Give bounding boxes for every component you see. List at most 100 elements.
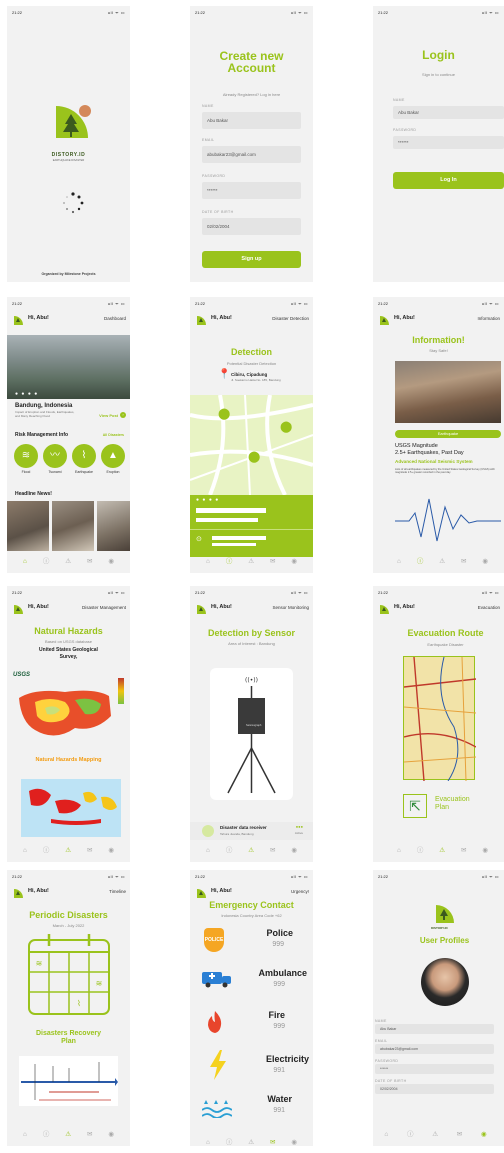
warning-icon[interactable]: ⚠ bbox=[432, 1130, 438, 1140]
name-field[interactable]: Abu Bakar bbox=[375, 1024, 494, 1034]
contact-fire[interactable]: Fire 999 bbox=[190, 1006, 313, 1040]
warning-icon[interactable]: ⚠ bbox=[65, 557, 71, 567]
home-icon[interactable]: ⌂ bbox=[384, 1130, 388, 1140]
earthquake-tag[interactable]: Earthquake bbox=[395, 430, 501, 438]
risk-eruption[interactable]: ▲ Eruption bbox=[100, 444, 126, 478]
mail-icon[interactable]: ✉ bbox=[87, 846, 92, 856]
name-field[interactable]: Abu Bakar bbox=[393, 106, 504, 119]
risk-all-link[interactable]: All Disasters bbox=[103, 433, 124, 437]
hero-dots: ● ● ● ● bbox=[15, 391, 39, 397]
receiver-row[interactable]: Disaster data receiver Tahura Juanda, Ba… bbox=[190, 822, 313, 840]
profile-icon[interactable]: ◉ bbox=[108, 1130, 114, 1140]
profile-icon[interactable]: ◉ bbox=[291, 557, 297, 567]
dob-field[interactable]: 02/02/2004 bbox=[202, 218, 301, 235]
info-icon[interactable]: ⓘ bbox=[417, 846, 424, 856]
recovery-timeline bbox=[19, 1056, 118, 1106]
map-pin-icon[interactable]: ⬤ bbox=[218, 407, 230, 420]
news-image[interactable] bbox=[51, 501, 94, 551]
signup-login-link[interactable]: Already Registered? Log in here bbox=[190, 92, 313, 97]
warning-icon[interactable]: ⚠ bbox=[65, 1130, 71, 1140]
home-icon[interactable]: ⌂ bbox=[206, 557, 210, 567]
mail-icon[interactable]: ✉ bbox=[461, 557, 466, 567]
risk-flood[interactable]: ≋ Flood bbox=[13, 444, 39, 478]
evacuation-exit-icon: ⇱ bbox=[403, 794, 427, 818]
home-icon[interactable]: ⌂ bbox=[23, 1130, 27, 1140]
signup-button[interactable]: Sign up bbox=[202, 251, 301, 268]
risk-label: Flood bbox=[21, 470, 31, 474]
location-desc: Impact of Eruption and Floods, Earthquak… bbox=[15, 410, 75, 418]
login-button[interactable]: Log In bbox=[393, 172, 504, 189]
map-pin-icon[interactable]: ⬤ bbox=[280, 420, 292, 433]
news-image[interactable] bbox=[7, 501, 49, 551]
info-icon[interactable]: ⓘ bbox=[226, 1138, 233, 1146]
warning-icon[interactable]: ⚠ bbox=[65, 846, 71, 856]
evacuation-plan-label[interactable]: Evacuation Plan bbox=[435, 796, 475, 812]
dob-field[interactable]: 02/02/2004 bbox=[375, 1084, 494, 1094]
password-field[interactable]: ****** bbox=[375, 1064, 494, 1074]
detection-map[interactable]: ⬤ ⬤ ⬤ bbox=[190, 395, 313, 495]
profile-icon[interactable]: ◉ bbox=[481, 1130, 487, 1140]
risk-earthquake[interactable]: ⌇ Earthquake bbox=[71, 444, 97, 478]
home-icon[interactable]: ⌂ bbox=[397, 557, 401, 567]
home-icon[interactable]: ⌂ bbox=[206, 1138, 210, 1146]
mail-icon[interactable]: ✉ bbox=[461, 846, 466, 856]
warning-icon[interactable]: ⚠ bbox=[248, 557, 254, 567]
mail-icon[interactable]: ✉ bbox=[87, 557, 92, 567]
profile-icon[interactable]: ◉ bbox=[291, 846, 297, 856]
warning-icon[interactable]: ⚠ bbox=[248, 1138, 254, 1146]
profile-icon[interactable]: ◉ bbox=[482, 846, 488, 856]
home-icon[interactable]: ⌂ bbox=[397, 846, 401, 856]
brand-name: DISTORY.ID bbox=[51, 152, 86, 158]
warning-icon[interactable]: ⚠ bbox=[248, 846, 254, 856]
contact-electricity[interactable]: Electricity 991 bbox=[190, 1048, 313, 1084]
email-field[interactable]: abubakar23@gmail.com bbox=[202, 146, 301, 163]
avatar[interactable] bbox=[421, 958, 469, 1006]
mail-icon[interactable]: ✉ bbox=[87, 1130, 92, 1140]
bottom-nav: ⌂ ⓘ ⚠ ✉ ◉ bbox=[15, 846, 122, 856]
info-icon[interactable]: ⓘ bbox=[417, 557, 424, 567]
seismograph-device-icon: ((•)) bbox=[227, 677, 276, 794]
contact-water[interactable]: Water 991 bbox=[190, 1092, 313, 1126]
info-icon[interactable]: ⓘ bbox=[43, 846, 50, 856]
warning-icon[interactable]: ⚠ bbox=[439, 557, 445, 567]
location-title: Bandung, Indonesia bbox=[15, 403, 73, 409]
info-icon[interactable]: ⓘ bbox=[43, 1130, 50, 1140]
dashboard-screen: 21:22 ull ᯤ ▭ Hi, Abu! Dashboard ● ● ● ● B… bbox=[7, 297, 130, 573]
view-more-link[interactable]: View Post bbox=[99, 413, 118, 418]
status-icons: ull ᯤ ▭ bbox=[290, 874, 308, 879]
mail-icon[interactable]: ✉ bbox=[457, 1130, 462, 1140]
home-icon[interactable]: ⌂ bbox=[206, 846, 210, 856]
sensor-title: Detection by Sensor bbox=[207, 628, 296, 638]
map-pin-icon[interactable]: ⬤ bbox=[248, 450, 260, 463]
info-icon[interactable]: ⓘ bbox=[226, 557, 233, 567]
mail-icon[interactable]: ✉ bbox=[270, 1138, 275, 1146]
home-icon[interactable]: ⌂ bbox=[23, 557, 27, 567]
contact-number: 999 bbox=[273, 1023, 285, 1030]
profile-icon[interactable]: ◉ bbox=[108, 557, 114, 567]
contact-ambulance[interactable]: Ambulance 999 bbox=[190, 964, 313, 998]
news-strip[interactable] bbox=[7, 501, 130, 551]
news-image[interactable] bbox=[96, 501, 130, 551]
mail-icon[interactable]: ✉ bbox=[270, 557, 275, 567]
profile-icon[interactable]: ◉ bbox=[108, 846, 114, 856]
home-icon[interactable]: ⌂ bbox=[23, 846, 27, 856]
contact-name: Water bbox=[267, 1094, 292, 1104]
email-field[interactable]: abubakar23@gmail.com bbox=[375, 1044, 494, 1054]
contact-police[interactable]: POLICE Police 999 bbox=[190, 924, 313, 958]
evacuation-route-map[interactable] bbox=[403, 656, 477, 782]
name-field[interactable]: Abu Bakar bbox=[202, 112, 301, 129]
risk-tsunami[interactable]: 〰 Tsunami bbox=[42, 444, 68, 478]
profile-icon[interactable]: ◉ bbox=[482, 557, 488, 567]
greeting: Hi, Abu! bbox=[394, 604, 415, 610]
warning-icon[interactable]: ⚠ bbox=[439, 846, 445, 856]
brand-tagline: EARTHQUAKE DISASTER bbox=[52, 159, 85, 162]
password-field[interactable]: ****** bbox=[202, 182, 301, 199]
profile-brand: DISTORY.ID bbox=[431, 926, 448, 930]
info-icon[interactable]: ⓘ bbox=[226, 846, 233, 856]
view-more-icon[interactable]: › bbox=[120, 412, 126, 418]
info-icon[interactable]: ⓘ bbox=[43, 557, 50, 567]
info-icon[interactable]: ⓘ bbox=[407, 1130, 414, 1140]
mail-icon[interactable]: ✉ bbox=[270, 846, 275, 856]
profile-icon[interactable]: ◉ bbox=[291, 1138, 297, 1146]
password-field[interactable]: ****** bbox=[393, 136, 504, 149]
